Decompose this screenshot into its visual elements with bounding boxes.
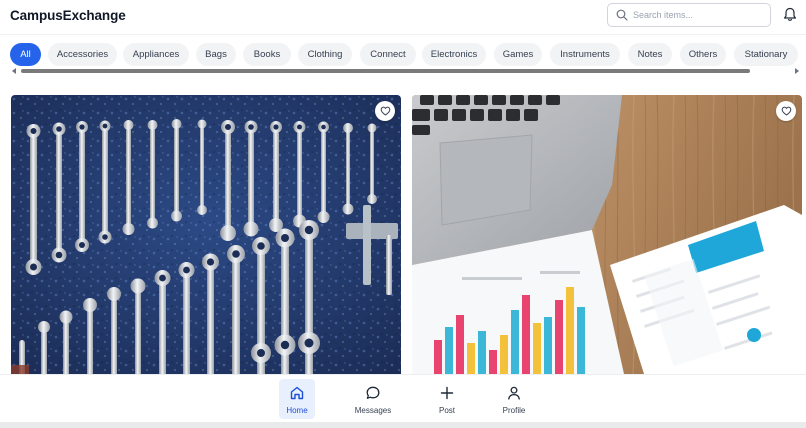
chip-games[interactable]: Games [494, 43, 542, 66]
search-icon [616, 9, 628, 21]
chip-notes[interactable]: Notes [628, 43, 672, 66]
chip-appliances[interactable]: Appliances [123, 43, 189, 66]
chip-bags[interactable]: Bags [196, 43, 236, 66]
chip-accessories[interactable]: Accessories [48, 43, 117, 66]
search-input[interactable] [633, 7, 765, 23]
chip-books[interactable]: Books [243, 43, 291, 66]
scroll-thumb[interactable] [21, 69, 750, 73]
nav-profile[interactable]: Profile [494, 379, 534, 419]
scroll-left-arrow-icon[interactable] [12, 68, 16, 74]
nav-home-label: Home [286, 406, 308, 415]
home-icon [290, 386, 304, 400]
plus-icon [440, 386, 454, 400]
listing-image-wrenches [11, 95, 401, 374]
listing-card[interactable] [412, 95, 802, 374]
user-icon [508, 386, 520, 400]
chip-clothing[interactable]: Clothing [298, 43, 352, 66]
listing-image-laptop-charts [412, 95, 802, 374]
chip-connect[interactable]: Connect [360, 43, 416, 66]
nav-post-label: Post [438, 406, 455, 415]
chip-others[interactable]: Others [680, 43, 726, 66]
message-icon [366, 386, 380, 399]
search-box[interactable] [607, 3, 771, 27]
scroll-right-arrow-icon[interactable] [795, 68, 799, 74]
nav-post[interactable]: Post [427, 379, 467, 419]
favorite-button[interactable] [776, 101, 796, 121]
app-header: CampusExchange [0, 0, 806, 34]
window-bottom-edge [0, 422, 806, 428]
chip-all[interactable]: All [10, 43, 41, 66]
chip-instruments[interactable]: Instruments [550, 43, 620, 66]
bell-icon[interactable] [783, 7, 797, 22]
listing-card[interactable] [11, 95, 401, 374]
brand-logo[interactable]: CampusExchange [10, 8, 126, 23]
chip-scrollbar[interactable] [10, 67, 802, 75]
header-divider [0, 34, 806, 35]
nav-messages-label: Messages [354, 406, 392, 415]
nav-messages[interactable]: Messages [353, 379, 393, 419]
heart-icon [781, 106, 791, 116]
nav-home[interactable]: Home [279, 379, 315, 419]
favorite-button[interactable] [375, 101, 395, 121]
chip-stationary[interactable]: Stationary [734, 43, 798, 66]
chip-electronics[interactable]: Electronics [422, 43, 486, 66]
nav-profile-label: Profile [502, 406, 526, 415]
bottom-navigation: Home Messages Post Profile [0, 374, 806, 422]
heart-icon [380, 106, 390, 116]
